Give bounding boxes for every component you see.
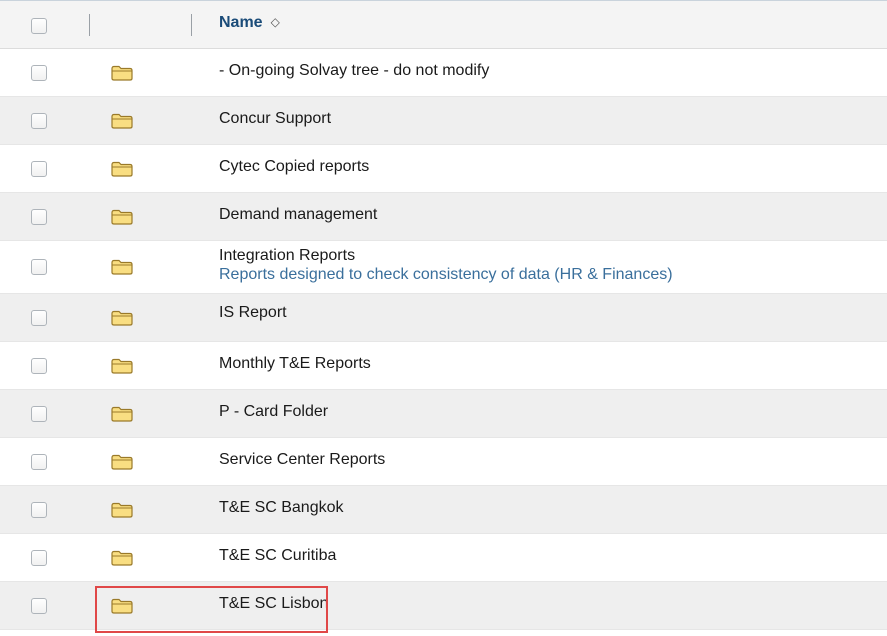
row-checkbox[interactable] [31,309,47,326]
folder-name-text: Monthly T&E Reports [219,355,371,372]
folder-name[interactable]: Cytec Copied reports [219,157,369,176]
folder-name-text: - On-going Solvay tree - do not modify [219,62,490,79]
folder-icon [111,502,133,518]
folder-name-text: Service Center Reports [219,451,386,468]
row-checkbox[interactable] [31,597,47,614]
folder-name-text: P - Card Folder [219,403,329,420]
name-column-header[interactable]: Name ◇ [219,14,280,32]
folder-name-text: T&E SC Lisbon [219,595,329,612]
row-checkbox[interactable] [31,405,47,422]
folder-name[interactable]: Demand management [219,205,377,224]
folder-name[interactable]: Service Center Reports [219,450,385,469]
folder-icon [111,65,133,81]
folder-icon [111,113,133,129]
folder-name[interactable]: Monthly T&E Reports [219,354,371,373]
table-row[interactable]: T&E SC Bangkok [0,486,887,534]
folder-name-text: Integration Reports [219,247,356,264]
row-checkbox[interactable] [31,259,47,275]
folder-name[interactable]: Concur Support [219,109,331,128]
table-row[interactable]: T&E SC Lisbon [0,582,887,630]
folder-name[interactable]: - On-going Solvay tree - do not modify [219,61,489,80]
name-column-label: Name [219,14,263,31]
table-row[interactable]: Cytec Copied reports [0,145,887,193]
folder-icon [111,161,133,177]
folder-icon [111,310,133,326]
row-checkbox[interactable] [31,64,47,81]
table-row[interactable]: - On-going Solvay tree - do not modify [0,49,887,97]
row-checkbox[interactable] [31,501,47,518]
folder-name[interactable]: T&E SC Curitiba [219,546,336,565]
row-checkbox[interactable] [31,208,47,225]
column-separator[interactable] [191,14,192,36]
folder-icon [111,406,133,422]
row-checkbox[interactable] [31,453,47,470]
folder-icon [111,598,133,614]
table-row[interactable]: Demand management [0,193,887,241]
folder-list-grid: Name ◇ - On-going Solvay tree - do not mo… [0,0,887,630]
folder-name[interactable]: T&E SC Bangkok [219,498,344,517]
folder-name-text: Concur Support [219,110,332,127]
folder-name-text: T&E SC Bangkok [219,499,344,516]
folder-name[interactable]: IS Report [219,303,287,322]
table-row[interactable]: P - Card Folder [0,390,887,438]
folder-icon [111,454,133,470]
folder-name-text: Demand management [219,206,378,223]
table-row[interactable]: Service Center Reports [0,438,887,486]
table-row[interactable]: IS Report [0,294,887,342]
folder-icon [111,259,133,275]
row-checkbox[interactable] [31,112,47,129]
table-row[interactable]: Integration Reports Reports designed to c… [0,241,887,294]
folder-name[interactable]: Integration Reports Reports designed to c… [219,246,673,284]
folder-description: Reports designed to check consistency of… [219,266,673,283]
folder-icon [111,358,133,374]
grid-header: Name ◇ [0,1,887,49]
folder-name-text: T&E SC Curitiba [219,547,337,564]
folder-icon [111,550,133,566]
row-checkbox[interactable] [31,357,47,374]
folder-name[interactable]: T&E SC Lisbon [219,594,328,613]
folder-name-text: IS Report [219,304,287,321]
row-checkbox[interactable] [31,549,47,566]
column-separator[interactable] [89,14,90,36]
folder-name-text: Cytec Copied reports [219,158,370,175]
row-checkbox[interactable] [31,160,47,177]
table-row[interactable]: Concur Support [0,97,887,145]
folder-icon [111,209,133,225]
table-row[interactable]: Monthly T&E Reports [0,342,887,390]
select-all-checkbox[interactable] [31,17,47,34]
folder-name[interactable]: P - Card Folder [219,402,328,421]
sort-icon[interactable]: ◇ [271,15,280,29]
table-row[interactable]: T&E SC Curitiba [0,534,887,582]
